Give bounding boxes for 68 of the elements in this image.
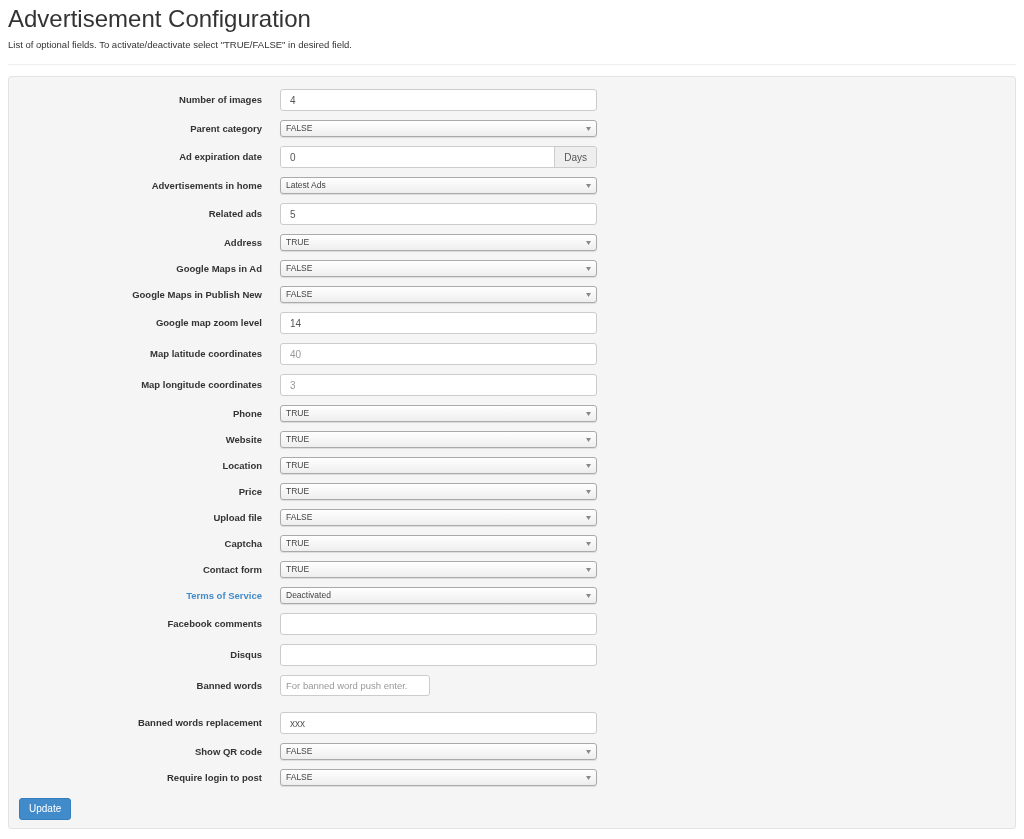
field-label: Address xyxy=(224,235,262,250)
caret-icon xyxy=(586,437,591,442)
dropdown[interactable]: Deactivated xyxy=(280,587,597,605)
dropdown[interactable]: TRUE xyxy=(280,483,597,501)
page-description: List of optional fields. To activate/deactivate select "TRUE/FALSE" in desired field. xyxy=(8,38,352,52)
field-label: Map latitude coordinates xyxy=(150,347,262,362)
caret-icon xyxy=(586,266,591,271)
dropdown[interactable]: TRUE xyxy=(280,457,597,475)
field-label: Disqus xyxy=(230,648,262,663)
caret-icon xyxy=(586,292,591,297)
dropdown[interactable]: TRUE xyxy=(280,535,597,553)
field-label: Ad expiration date xyxy=(179,150,262,165)
text-input[interactable]: 3 xyxy=(280,374,597,397)
field-label: Location xyxy=(222,458,262,473)
dropdown[interactable]: TRUE xyxy=(280,405,597,423)
text-input[interactable] xyxy=(280,644,597,667)
field-label: Related ads xyxy=(208,207,262,222)
caret-icon xyxy=(586,749,591,754)
page-title: Advertisement Configuration xyxy=(8,4,311,34)
field-label: Number of images xyxy=(179,93,262,108)
field-label: Advertisements in home xyxy=(151,178,262,193)
text-input[interactable]: 14 xyxy=(280,312,597,335)
dropdown[interactable]: TRUE xyxy=(280,561,597,579)
field-label: Upload file xyxy=(213,510,262,525)
caret-icon xyxy=(586,126,591,131)
input-addon: Days xyxy=(554,147,596,168)
caret-icon xyxy=(586,593,591,598)
dropdown[interactable]: FALSE xyxy=(280,286,597,304)
dropdown[interactable]: FALSE xyxy=(280,120,597,138)
dropdown[interactable]: FALSE xyxy=(280,743,597,761)
field-label: Google Maps in Publish New xyxy=(132,287,262,302)
text-input[interactable]: xxx xyxy=(280,712,597,735)
caret-icon xyxy=(586,541,591,546)
caret-icon xyxy=(586,463,591,468)
dropdown[interactable]: TRUE xyxy=(280,431,597,449)
caret-icon xyxy=(586,515,591,520)
text-input[interactable] xyxy=(280,613,597,636)
field-label: Google Maps in Ad xyxy=(176,261,262,276)
dropdown[interactable]: TRUE xyxy=(280,234,597,252)
caret-icon xyxy=(586,240,591,245)
dropdown[interactable]: FALSE xyxy=(280,769,597,787)
field-label: Price xyxy=(238,484,262,499)
text-input[interactable]: 4 xyxy=(280,89,597,112)
dropdown[interactable]: FALSE xyxy=(280,509,597,527)
field-label: Banned words replacement xyxy=(137,716,262,731)
field-label: Map longitude coordinates xyxy=(141,378,262,393)
caret-icon xyxy=(586,411,591,416)
tags-input[interactable]: For banned word push enter. xyxy=(280,675,430,697)
field-label: Captcha xyxy=(224,536,262,551)
text-input[interactable]: 5 xyxy=(280,203,597,226)
caret-icon xyxy=(586,489,591,494)
caret-icon xyxy=(586,567,591,572)
field-label: Facebook comments xyxy=(167,617,262,632)
field-label: Google map zoom level xyxy=(155,316,262,331)
field-label: Require login to post xyxy=(167,770,262,785)
caret-icon xyxy=(586,775,591,780)
dropdown[interactable]: FALSE xyxy=(280,260,597,278)
field-label: Contact form xyxy=(202,562,262,577)
field-label: Website xyxy=(225,432,262,447)
caret-icon xyxy=(586,183,591,188)
field-label: Parent category xyxy=(190,121,262,136)
text-input[interactable]: 40 xyxy=(280,343,597,366)
field-label: Banned words xyxy=(196,678,262,693)
dropdown[interactable]: Latest Ads xyxy=(280,177,597,195)
update-button[interactable]: Update xyxy=(19,797,72,820)
field-label: Phone xyxy=(232,406,262,421)
input-group[interactable]: 0 Days xyxy=(280,146,597,169)
field-label: Show QR code xyxy=(194,744,262,759)
